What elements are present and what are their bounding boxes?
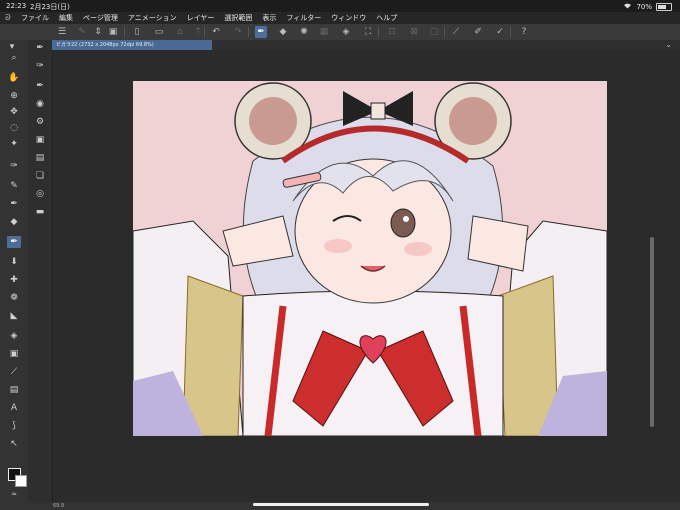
- divider: [124, 27, 125, 37]
- subtool-layers-icon[interactable]: ❏: [33, 170, 47, 182]
- menu-page[interactable]: ページ管理: [83, 13, 118, 23]
- undo-icon[interactable]: ↶: [210, 26, 222, 38]
- subtool-gear-icon[interactable]: ⚙: [33, 116, 47, 128]
- redo-icon[interactable]: ↷: [232, 26, 244, 38]
- selection-invert-icon[interactable]: ⊠: [408, 26, 420, 38]
- correct-line-icon[interactable]: ↖: [7, 438, 21, 450]
- menu-help[interactable]: ヘルプ: [376, 13, 397, 23]
- layer-property-icon[interactable]: ▣: [107, 26, 119, 38]
- magic-wand-icon[interactable]: ✦: [7, 138, 21, 150]
- smooth-icon[interactable]: ✓: [494, 26, 506, 38]
- menu-layer[interactable]: レイヤー: [187, 13, 215, 23]
- pen-tool-icon[interactable]: ✒: [255, 26, 267, 38]
- subtool-save-icon[interactable]: ▣: [33, 134, 47, 146]
- status-date: 2月23日(日): [30, 3, 70, 11]
- hamburger-icon[interactable]: ☰: [56, 26, 68, 38]
- help-icon[interactable]: ?: [518, 26, 530, 38]
- divider: [204, 27, 205, 37]
- battery-icon: [656, 2, 672, 11]
- document-tab-bar: ビガラ22 (2732 x 2048px 72dpi 69.8%) ⌄: [52, 40, 680, 50]
- new-file-icon[interactable]: ▯: [131, 26, 143, 38]
- sub-tool-icon[interactable]: ✎: [76, 26, 88, 38]
- settings-gear-icon[interactable]: ✺: [298, 26, 310, 38]
- vertical-scrollbar[interactable]: [650, 237, 654, 427]
- eyedropper-icon[interactable]: ⊕: [7, 90, 21, 102]
- divider: [248, 27, 249, 37]
- menu-animation[interactable]: アニメーション: [128, 13, 177, 23]
- selected-pen-tool-icon[interactable]: ✒: [7, 236, 21, 248]
- balloon-icon[interactable]: ⟆: [7, 420, 21, 432]
- brush-tool-icon[interactable]: ✒: [7, 198, 21, 210]
- subtool-folder-icon[interactable]: ▬: [33, 206, 47, 218]
- menu-filter[interactable]: フィルター: [286, 13, 321, 23]
- lasso-icon[interactable]: ◌: [7, 122, 21, 134]
- pencil-icon[interactable]: ✎: [7, 180, 21, 192]
- export-icon[interactable]: ⇡: [192, 26, 204, 38]
- character-illustration: [133, 82, 607, 436]
- eraser-icon[interactable]: ◆: [277, 26, 289, 38]
- subtool-gpen-icon[interactable]: ✒: [33, 42, 47, 54]
- grid-icon[interactable]: ▦: [318, 26, 330, 38]
- brush-icon[interactable]: ✐: [472, 26, 484, 38]
- tool-palette: ▾ ⌕ ✋ ⊕ ✥ ◌ ✦ ✑ ✎ ✒ ◆ ✒ ⬇ ✚ ❁ ◣ ◈ ▣ ⟋ ▤ …: [0, 40, 28, 502]
- divider: [444, 27, 445, 37]
- menu-view[interactable]: 表示: [262, 13, 276, 23]
- ruler-icon[interactable]: ⟋: [450, 26, 462, 38]
- sub-color-swatch[interactable]: [15, 475, 27, 487]
- transparent-color-icon[interactable]: ≈: [7, 488, 21, 500]
- home-indicator[interactable]: [253, 503, 429, 506]
- menu-selection[interactable]: 選択範囲: [224, 13, 252, 23]
- decoration-icon[interactable]: ❁: [7, 292, 21, 304]
- document-tab[interactable]: ビガラ22 (2732 x 2048px 72dpi 69.8%): [52, 40, 212, 50]
- artwork-canvas[interactable]: [133, 81, 607, 436]
- chevron-down-icon[interactable]: ⌄: [665, 40, 672, 50]
- command-bar: ☰ ✎ ⇕ ▣ ▯ ▭ ⌂ ⇡ ↶ ↷ ✒ ◆ ✺ ▦ ◈ ⛶ ⊡ ⊠ ▢ ⟋ …: [0, 24, 680, 41]
- blend-icon[interactable]: ⬇: [7, 256, 21, 268]
- ios-status-bar: 22:23 2月23日(日) 70%: [0, 0, 680, 12]
- fill-icon[interactable]: ◈: [7, 330, 21, 342]
- battery-percent: 70%: [636, 2, 652, 11]
- divider: [378, 27, 379, 37]
- gradient-icon[interactable]: ▣: [7, 348, 21, 360]
- sub-tool-palette: ✒ ✑ ✒ ◉ ⚙ ▣ ▤ ❏ ◎ ▬: [28, 40, 53, 502]
- selection-clear-icon[interactable]: ⊡: [386, 26, 398, 38]
- pen-icon[interactable]: ✑: [7, 160, 21, 172]
- hand-icon[interactable]: ✋: [7, 72, 21, 84]
- menu-file[interactable]: ファイル: [21, 13, 49, 23]
- zoom-icon[interactable]: ⌕: [7, 52, 21, 64]
- move-icon[interactable]: ✥: [7, 106, 21, 118]
- transform-icon[interactable]: ⛶: [362, 26, 374, 38]
- eraser-tool-icon[interactable]: ◆: [7, 216, 21, 228]
- status-time: 22:23: [6, 2, 27, 10]
- menu-window[interactable]: ウィンドウ: [331, 13, 366, 23]
- save-icon[interactable]: ⌂: [174, 26, 186, 38]
- subtool-turnip-pen-icon[interactable]: ✒: [33, 80, 47, 92]
- status-right: 70%: [623, 2, 672, 11]
- subtool-sphere-icon[interactable]: ◎: [33, 188, 47, 200]
- app-logo-icon[interactable]: ᘐ: [5, 13, 15, 23]
- fill-bucket-icon[interactable]: ◈: [340, 26, 352, 38]
- figure-icon[interactable]: ◣: [7, 310, 21, 322]
- menu-edit[interactable]: 編集: [59, 13, 73, 23]
- stepper-icon[interactable]: ⇕: [92, 26, 104, 38]
- subtool-marker-icon[interactable]: ◉: [33, 98, 47, 110]
- selection-border-icon[interactable]: ▢: [428, 26, 440, 38]
- line-icon[interactable]: ⟋: [7, 366, 21, 378]
- frame-icon[interactable]: ▤: [7, 384, 21, 396]
- open-folder-icon[interactable]: ▭: [153, 26, 165, 38]
- menu-bar: ᘐ ファイル 編集 ページ管理 アニメーション レイヤー 選択範囲 表示 フィル…: [0, 12, 680, 24]
- airbrush-icon[interactable]: ✚: [7, 274, 21, 286]
- subtool-mapping-pen-icon[interactable]: ✑: [33, 60, 47, 72]
- divider: [510, 27, 511, 37]
- wifi-icon: [623, 2, 632, 11]
- text-icon[interactable]: A: [7, 402, 21, 414]
- zoom-readout[interactable]: 69.8: [53, 503, 64, 509]
- subtool-material-icon[interactable]: ▤: [33, 152, 47, 164]
